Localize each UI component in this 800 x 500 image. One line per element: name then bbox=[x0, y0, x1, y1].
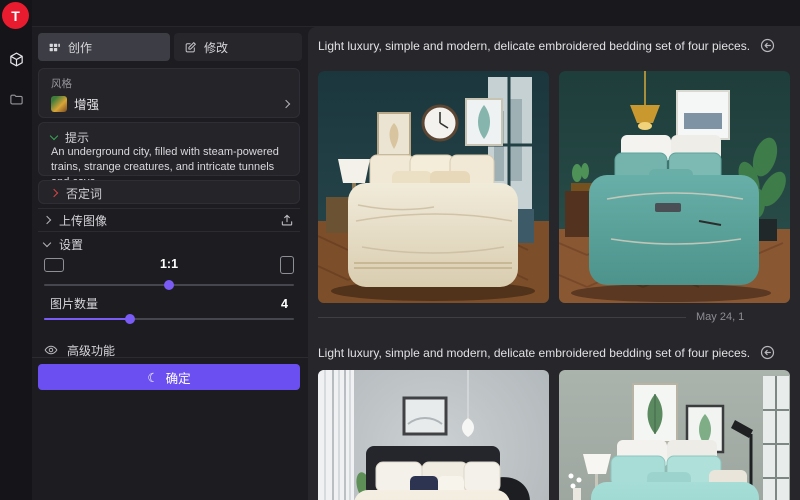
control-panel: 创作 修改 风格 增强 提示 An underground city, f bbox=[32, 27, 308, 500]
upload-icon[interactable] bbox=[280, 213, 294, 227]
divider-line bbox=[318, 317, 686, 318]
image-count-slider[interactable] bbox=[44, 318, 294, 320]
chevron-right-icon bbox=[282, 99, 290, 107]
eye-icon bbox=[44, 343, 58, 357]
top-bar bbox=[32, 0, 800, 27]
style-thumbnail bbox=[51, 96, 67, 112]
style-label: 风格 bbox=[51, 76, 72, 91]
portrait-ratio-icon[interactable] bbox=[280, 256, 294, 274]
chevron-right-icon[interactable] bbox=[50, 189, 58, 197]
panel-divider bbox=[32, 357, 308, 358]
reuse-icon[interactable] bbox=[760, 345, 775, 360]
slider-thumb[interactable] bbox=[164, 280, 174, 290]
date-divider: May 24, 1 bbox=[318, 310, 800, 326]
upload-image-row[interactable]: 上传图像 bbox=[38, 208, 300, 232]
generated-image-4[interactable] bbox=[559, 370, 790, 500]
image-count-value: 4 bbox=[281, 297, 288, 311]
slider-thumb[interactable] bbox=[125, 314, 135, 324]
chevron-down-icon bbox=[43, 238, 51, 246]
generated-image-1[interactable] bbox=[318, 71, 549, 303]
advanced-label: 高级功能 bbox=[67, 342, 115, 359]
reuse-icon[interactable] bbox=[760, 38, 775, 53]
app-logo[interactable]: T bbox=[2, 2, 29, 29]
slider-fill bbox=[44, 318, 130, 320]
date-label: May 24, 1 bbox=[696, 311, 744, 323]
confirm-button[interactable]: ☾ 确定 bbox=[38, 364, 300, 390]
style-row[interactable]: 增强 bbox=[51, 94, 289, 113]
edit-icon bbox=[184, 41, 197, 54]
generated-image-3[interactable] bbox=[318, 370, 549, 500]
negative-label: 否定词 bbox=[66, 185, 102, 202]
results-area: Light luxury, simple and modern, delicat… bbox=[308, 27, 800, 500]
aspect-ratio-slider[interactable] bbox=[44, 284, 294, 286]
grid-icon bbox=[48, 41, 61, 54]
app-window: T 创作 修改 bbox=[0, 0, 800, 500]
aspect-ratio-row: 1:1 bbox=[38, 255, 300, 277]
tab-modify-label: 修改 bbox=[204, 39, 228, 56]
chevron-down-icon[interactable] bbox=[50, 132, 58, 140]
nav-rail: T bbox=[0, 0, 32, 500]
aspect-ratio-value: 1:1 bbox=[38, 257, 300, 271]
style-card[interactable]: 风格 增强 bbox=[38, 68, 300, 118]
chevron-right-icon bbox=[43, 216, 51, 224]
confirm-label: 确定 bbox=[166, 368, 191, 387]
moon-icon: ☾ bbox=[147, 370, 158, 385]
cube-icon[interactable] bbox=[7, 50, 25, 68]
prompt-label: 提示 bbox=[65, 129, 89, 146]
folder-icon[interactable] bbox=[7, 90, 25, 108]
generation-title: Light luxury, simple and modern, delicat… bbox=[318, 346, 750, 360]
prompt-card[interactable]: 提示 An underground city, filled with stea… bbox=[38, 122, 300, 176]
tab-create-label: 创作 bbox=[68, 39, 92, 56]
tab-modify[interactable]: 修改 bbox=[174, 33, 302, 61]
tab-create[interactable]: 创作 bbox=[38, 33, 170, 61]
settings-label: 设置 bbox=[59, 236, 83, 253]
generation-title: Light luxury, simple and modern, delicat… bbox=[318, 39, 750, 53]
image-count-label: 图片数量 bbox=[50, 295, 98, 312]
style-value: 增强 bbox=[74, 94, 99, 113]
negative-card[interactable]: 否定词 bbox=[38, 180, 300, 204]
settings-row[interactable]: 设置 bbox=[38, 232, 300, 256]
generated-image-2[interactable] bbox=[559, 71, 790, 303]
upload-label: 上传图像 bbox=[59, 212, 107, 229]
